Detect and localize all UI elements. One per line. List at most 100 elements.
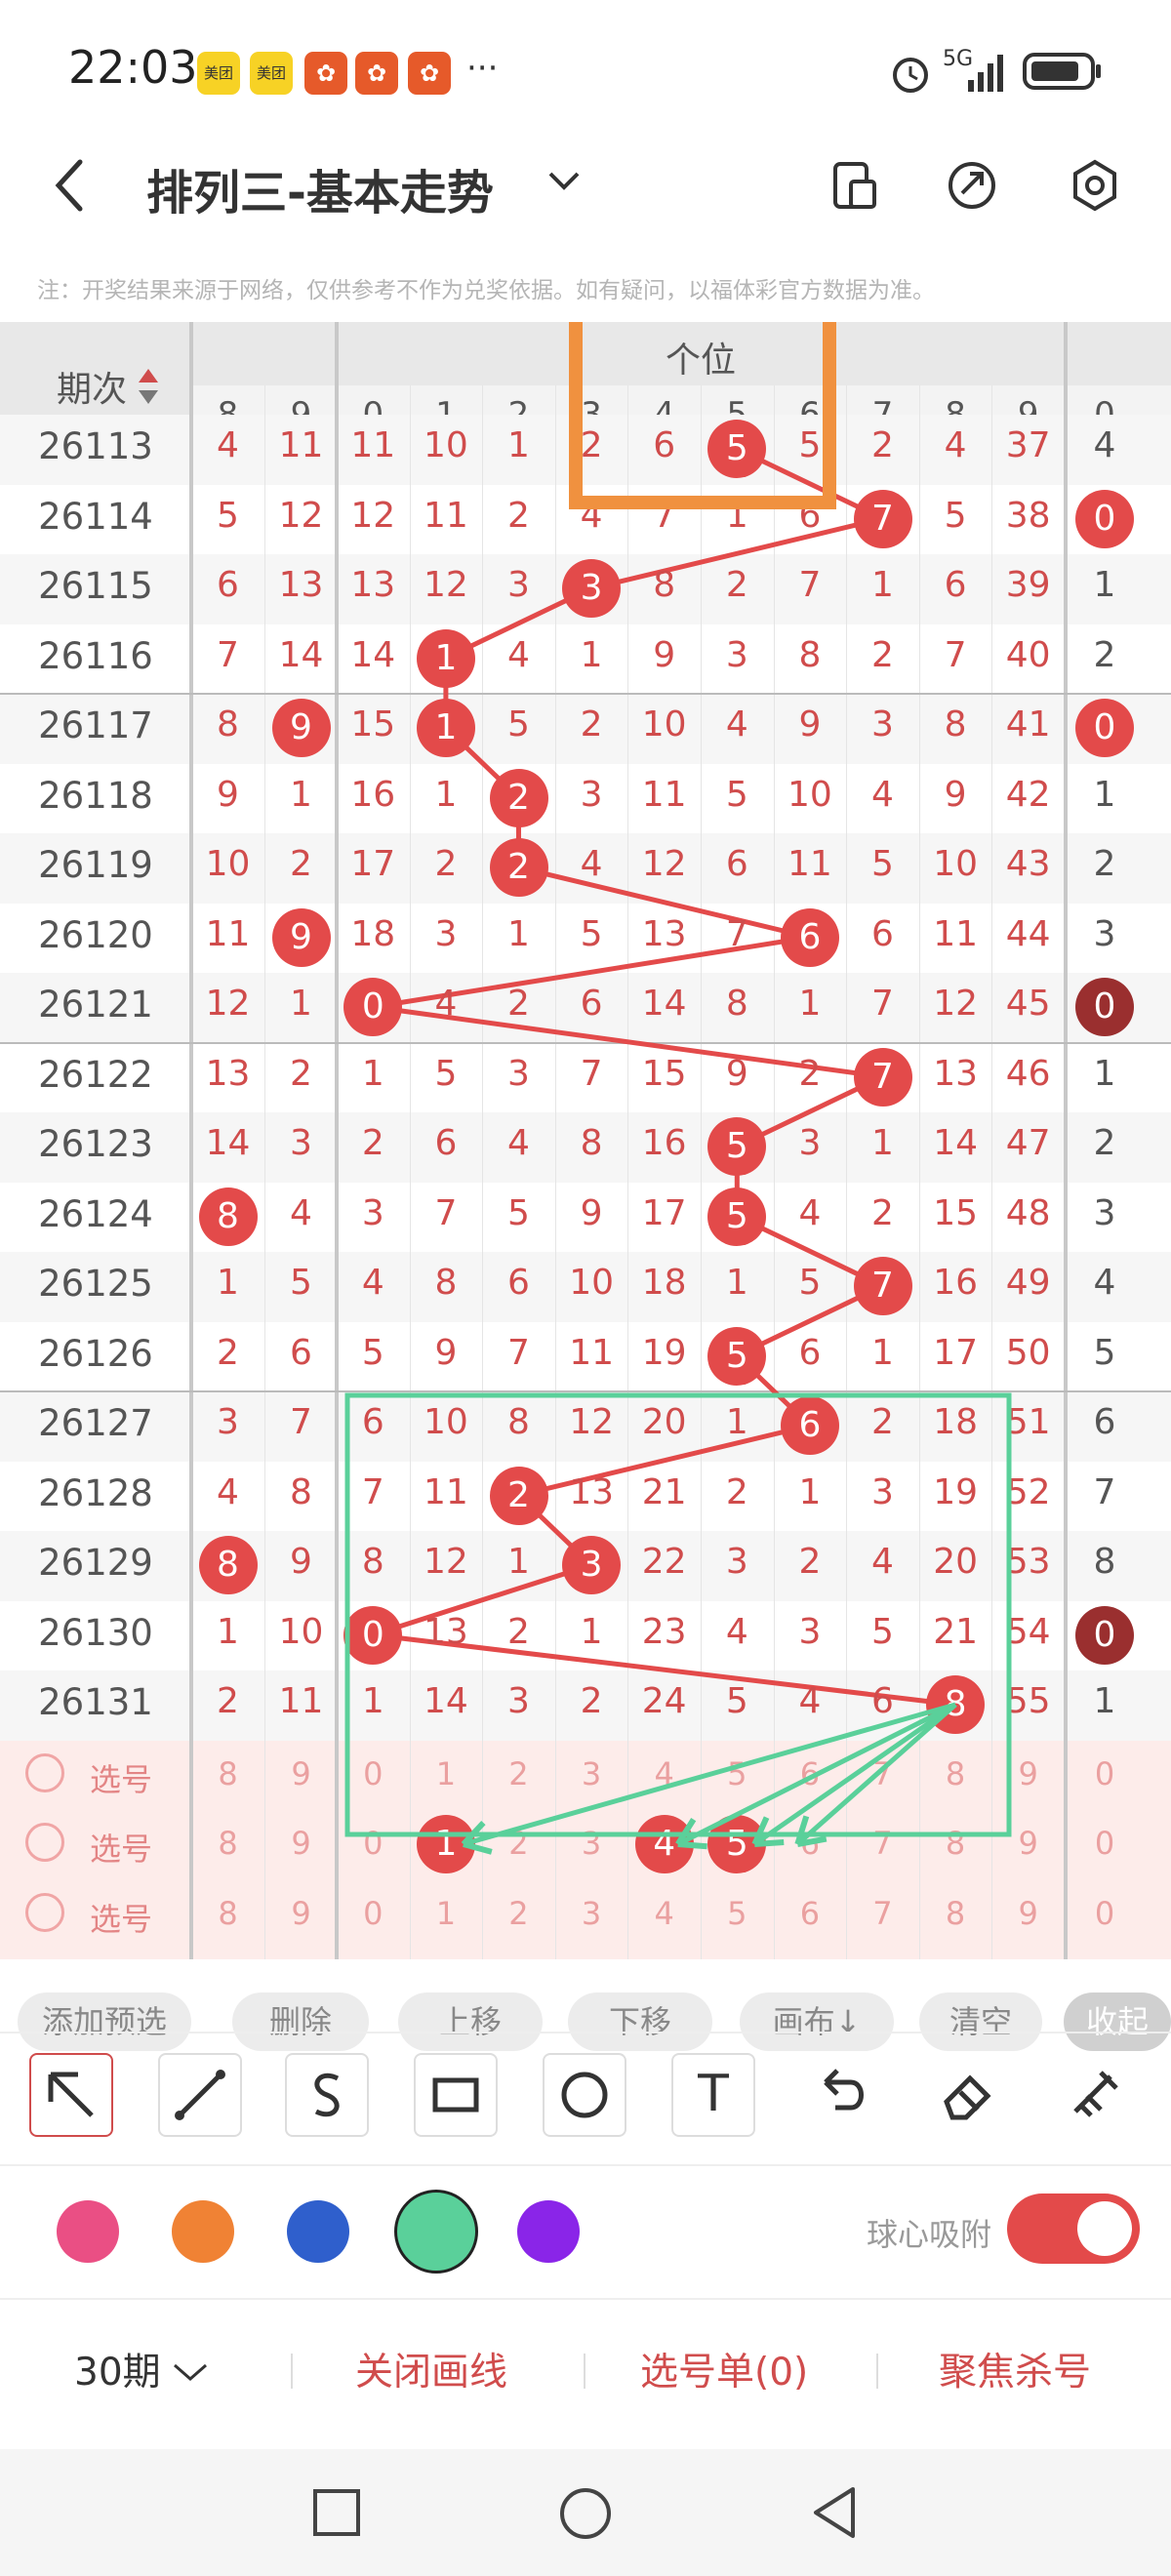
snap-toggle[interactable] (1007, 2194, 1140, 2264)
result-ball[interactable]: 0 (343, 978, 403, 1036)
result-ball[interactable]: 0 (343, 1605, 403, 1665)
pick-digit[interactable]: 9 (991, 1755, 1065, 1792)
pick-digit[interactable]: 8 (919, 1895, 992, 1932)
result-ball[interactable]: 8 (926, 1675, 986, 1734)
result-ball[interactable]: 5 (707, 1117, 767, 1176)
pick-digit[interactable]: 9 (264, 1825, 338, 1862)
action-pill[interactable]: 删除 (232, 1992, 369, 2051)
back-nav-icon[interactable] (808, 2484, 861, 2541)
pick-digit[interactable]: 0 (1066, 1825, 1144, 1862)
pick-digit[interactable]: 7 (846, 1895, 919, 1932)
line-tool-button[interactable] (158, 2053, 242, 2137)
pick-digit[interactable]: 9 (991, 1895, 1065, 1932)
result-ball[interactable]: 2 (489, 1466, 548, 1525)
pick-digit[interactable]: 0 (337, 1825, 410, 1862)
pick-digit[interactable]: 4 (627, 1895, 701, 1932)
settings-icon[interactable] (1068, 158, 1122, 213)
period-header[interactable]: 期次 (57, 361, 127, 412)
pick-digit[interactable]: 3 (555, 1895, 628, 1932)
pick-digit[interactable]: 3 (555, 1825, 628, 1862)
pick-radio[interactable] (25, 1823, 64, 1862)
back-icon[interactable] (51, 156, 90, 215)
result-ball[interactable]: 6 (780, 1396, 839, 1455)
result-ball[interactable]: 5 (707, 1326, 767, 1386)
curve-tool-button[interactable] (285, 2053, 369, 2137)
pick-digit[interactable]: 8 (191, 1825, 264, 1862)
pick-digit[interactable]: 7 (846, 1825, 919, 1862)
result-ball[interactable]: 7 (853, 1047, 912, 1107)
sort-icon[interactable] (137, 365, 160, 408)
color-swatch[interactable] (57, 2200, 119, 2263)
action-pill[interactable]: 清空 (919, 1992, 1042, 2051)
pick-digit[interactable]: 6 (774, 1895, 847, 1932)
pick-digit[interactable]: 9 (991, 1825, 1065, 1862)
pick-digit[interactable]: 8 (919, 1755, 992, 1792)
pick-digit[interactable]: 5 (701, 1895, 774, 1932)
result-ball[interactable]: 3 (562, 559, 622, 618)
pick-digit[interactable]: 4 (627, 1755, 701, 1792)
pick-digit[interactable]: 3 (555, 1755, 628, 1792)
eraser-button[interactable] (927, 2053, 1011, 2137)
text-tool-button[interactable]: T (671, 2053, 755, 2137)
pick-label[interactable]: 选号 (90, 1895, 152, 1940)
pick-digit[interactable]: 8 (919, 1825, 992, 1862)
pick-digit[interactable]: 5 (701, 1755, 774, 1792)
focus-kill-button[interactable]: 聚焦杀号 (939, 2342, 1091, 2396)
pick-digit[interactable]: 1 (410, 1755, 483, 1792)
pick-digit[interactable]: 8 (191, 1895, 264, 1932)
pick-radio[interactable] (25, 1752, 64, 1792)
action-pill[interactable]: 收起 (1064, 1992, 1171, 2051)
action-pill[interactable]: 添加预选 (18, 1992, 191, 2051)
pick-digit[interactable]: 9 (264, 1895, 338, 1932)
result-ball[interactable]: 1 (416, 628, 475, 688)
pick-ball[interactable]: 5 (707, 1815, 767, 1873)
action-pill[interactable]: 上移 (398, 1992, 543, 2051)
pick-digit[interactable]: 2 (482, 1825, 555, 1862)
pick-digit[interactable]: 2 (482, 1895, 555, 1932)
chevron-down-icon[interactable] (546, 170, 582, 193)
result-ball[interactable]: 2 (489, 768, 548, 827)
brush-button[interactable] (1054, 2053, 1138, 2137)
result-ball[interactable]: 5 (707, 420, 767, 478)
arrow-tool-button[interactable] (29, 2053, 113, 2137)
result-ball[interactable]: 2 (489, 838, 548, 897)
pick-digit[interactable]: 7 (846, 1755, 919, 1792)
pick-digit[interactable]: 6 (774, 1755, 847, 1792)
pick-digit[interactable]: 6 (774, 1825, 847, 1862)
pick-digit[interactable]: 0 (1066, 1895, 1144, 1932)
result-ball[interactable]: 3 (562, 1536, 622, 1594)
home-icon[interactable] (558, 2486, 613, 2541)
action-pill[interactable]: 画布↓ (740, 1992, 894, 2051)
result-ball[interactable]: 7 (853, 489, 912, 548)
result-ball[interactable]: 6 (780, 907, 839, 967)
pick-ball[interactable]: 4 (634, 1815, 694, 1873)
pick-digit[interactable]: 0 (337, 1755, 410, 1792)
color-swatch[interactable] (394, 2190, 478, 2274)
share-icon[interactable] (947, 160, 997, 211)
action-pill[interactable]: 下移 (568, 1992, 712, 2051)
pick-digit[interactable]: 9 (264, 1755, 338, 1792)
pick-digit[interactable]: 0 (337, 1895, 410, 1932)
undo-button[interactable] (798, 2053, 882, 2137)
pick-ball[interactable]: 1 (416, 1815, 475, 1873)
close-lines-button[interactable]: 关闭画线 (355, 2342, 507, 2396)
pick-digit[interactable]: 1 (410, 1895, 483, 1932)
rect-tool-button[interactable] (414, 2053, 498, 2137)
pick-list-button[interactable]: 选号单(0) (640, 2342, 808, 2396)
pick-radio[interactable] (25, 1892, 64, 1932)
result-ball[interactable]: 5 (707, 1187, 767, 1246)
pick-label[interactable]: 选号 (90, 1755, 152, 1800)
color-swatch[interactable] (517, 2200, 580, 2263)
pick-digit[interactable]: 0 (1066, 1755, 1144, 1792)
period-select[interactable]: 30期 (74, 2342, 210, 2396)
pick-digit[interactable]: 8 (191, 1755, 264, 1792)
result-ball[interactable]: 7 (853, 1257, 912, 1315)
phone-icon[interactable] (829, 160, 878, 211)
result-ball[interactable]: 1 (416, 699, 475, 757)
pick-label[interactable]: 选号 (90, 1825, 152, 1870)
color-swatch[interactable] (172, 2200, 234, 2263)
circle-tool-button[interactable] (543, 2053, 626, 2137)
pick-digit[interactable]: 2 (482, 1755, 555, 1792)
color-swatch[interactable] (287, 2200, 349, 2263)
recents-icon[interactable] (310, 2486, 363, 2539)
